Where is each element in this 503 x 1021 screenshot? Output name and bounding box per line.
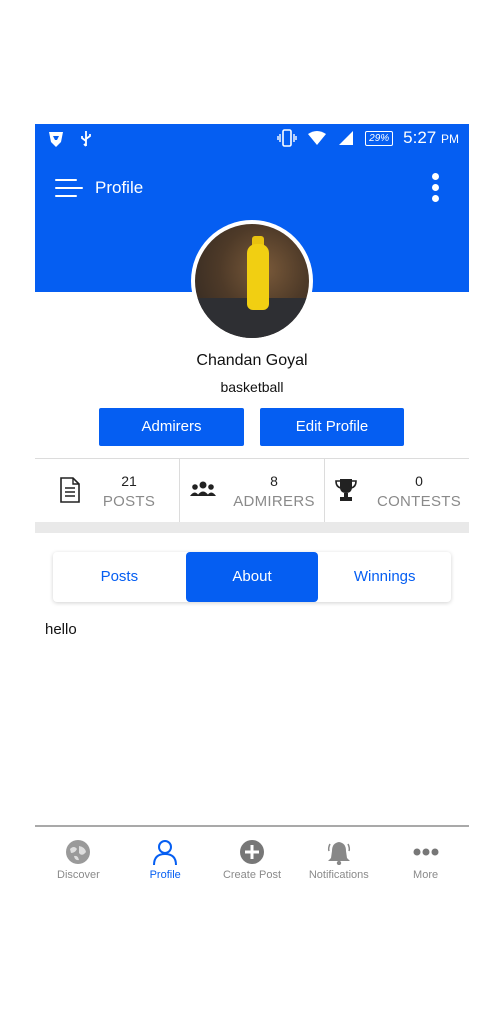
- menu-icon[interactable]: [55, 176, 83, 200]
- bottom-navigation: Discover Profile Create Post Notificatio…: [35, 825, 469, 885]
- bell-icon: [327, 842, 350, 865]
- battery-indicator: 29%: [365, 130, 394, 146]
- nav-profile-label: Profile: [149, 869, 181, 881]
- avatar[interactable]: [191, 220, 313, 342]
- clock: 5:27 PM: [403, 128, 459, 148]
- stats-bar: 21 POSTS 8 ADMIRERS 0 CONTESTS: [35, 458, 469, 522]
- profile-tabs: Posts About Winnings: [53, 552, 451, 602]
- trophy-icon: [335, 479, 357, 501]
- stat-posts-label: POSTS: [102, 493, 156, 510]
- divider: [35, 522, 469, 533]
- tab-winnings[interactable]: Winnings: [318, 552, 451, 602]
- profile-name: Chandan Goyal: [196, 352, 308, 369]
- stat-admirers-label: ADMIRERS: [233, 493, 315, 510]
- page-title: Profile: [95, 178, 144, 197]
- app-bar: Profile: [35, 168, 469, 208]
- person-icon: [153, 840, 178, 865]
- nav-create-post[interactable]: Create Post: [209, 827, 296, 885]
- nav-create-post-label: Create Post: [222, 869, 282, 881]
- usb-icon: [81, 131, 91, 147]
- stat-contests[interactable]: 0 CONTESTS: [325, 459, 469, 522]
- stat-posts[interactable]: 21 POSTS: [35, 459, 180, 522]
- about-text: hello: [45, 621, 77, 638]
- avatar-photo: [195, 224, 309, 338]
- stat-posts-value: 21: [121, 473, 137, 489]
- vibrate-icon: [277, 129, 297, 147]
- nav-notifications-label: Notifications: [308, 869, 369, 881]
- document-icon: [60, 477, 80, 503]
- nav-discover[interactable]: Discover: [35, 827, 122, 885]
- wifi-icon: [308, 131, 327, 145]
- admirers-button[interactable]: Admirers: [99, 408, 244, 446]
- profile-screen: 29% 5:27 PM Profile Chandan Goyal basket…: [35, 124, 469, 884]
- nav-more[interactable]: More: [382, 827, 469, 885]
- stat-admirers[interactable]: 8 ADMIRERS: [180, 459, 325, 522]
- stat-contests-label: CONTESTS: [376, 493, 462, 510]
- globe-icon: [66, 840, 91, 864]
- group-icon: [190, 481, 216, 496]
- stat-admirers-value: 8: [270, 473, 278, 489]
- signal-icon: [339, 131, 354, 145]
- edit-profile-button[interactable]: Edit Profile: [260, 408, 404, 446]
- shield-icon: [49, 132, 63, 147]
- nav-profile[interactable]: Profile: [122, 827, 209, 885]
- plus-circle-icon: [239, 840, 264, 864]
- nav-notifications[interactable]: Notifications: [295, 827, 382, 885]
- clock-ampm: PM: [441, 132, 459, 146]
- tab-posts[interactable]: Posts: [53, 552, 186, 602]
- stat-contests-value: 0: [415, 473, 423, 489]
- more-dots-icon: [413, 848, 439, 856]
- status-bar: 29% 5:27 PM: [35, 124, 469, 154]
- profile-bio: basketball: [220, 379, 284, 395]
- clock-time: 5:27: [403, 128, 437, 147]
- nav-discover-label: Discover: [57, 869, 100, 881]
- tab-about[interactable]: About: [185, 552, 319, 602]
- nav-more-label: More: [413, 869, 439, 881]
- overflow-menu-icon[interactable]: [431, 172, 441, 204]
